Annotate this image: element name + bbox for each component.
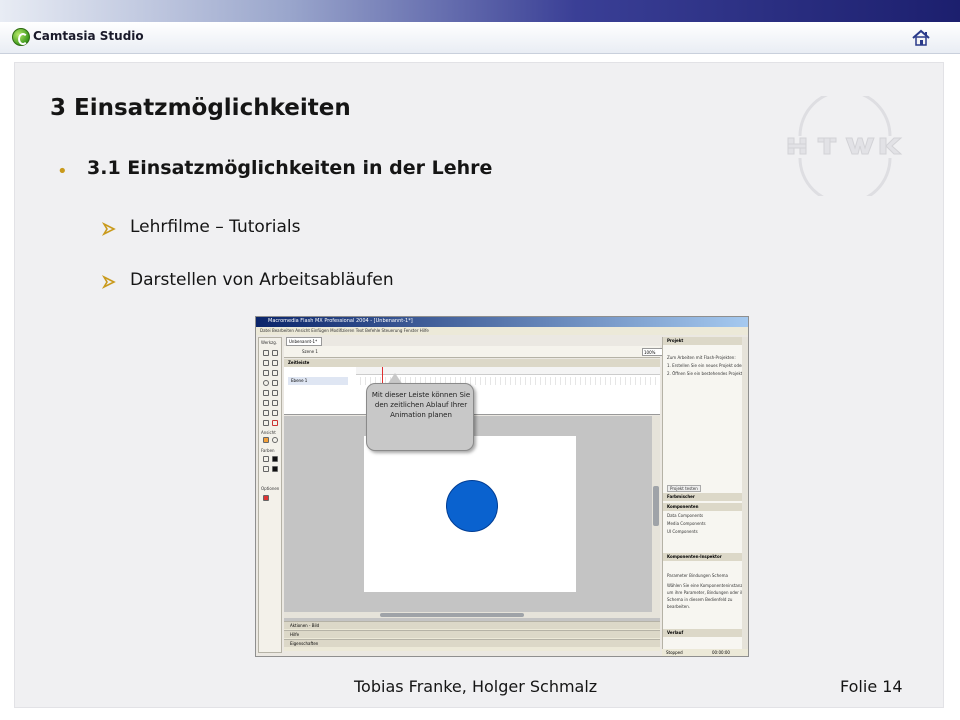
stage-horizontal-scrollbar [284,612,660,618]
inspector-text: Wählen Sie eine Komponenteninstanz [667,583,743,588]
timecode: 00:00:00 [712,650,730,655]
scene-label: Szene 1 [302,349,318,354]
inspector-header: Komponenten-Inspektor [663,553,743,561]
pencil-tool-icon [263,390,269,396]
arrow-tool-icon [263,350,269,356]
stroke-swatch-icon [272,456,278,462]
timeline-header: Zeitleiste [284,359,660,367]
component-item: Media Components [667,521,706,526]
stage-canvas [364,436,576,592]
bottom-panels: Aktionen - Bild Hilfe Eigenschaften [284,621,660,651]
status-bar: Stopped 00:00:00 [662,649,748,656]
status-text: Stopped [666,650,683,655]
actions-panel-row: Aktionen - Bild [284,621,660,629]
top-banner [0,0,960,22]
component-item: UI Components [667,529,698,534]
help-panel-row: Hilfe [284,630,660,638]
component-item: Data Components [667,513,704,518]
subselect-tool-icon [272,350,278,356]
bullet-dot: • [57,161,68,182]
app-toolbar: Camtasia Studio [0,22,960,54]
right-scrollbar [742,337,748,653]
inspector-text: bearbeiten. [667,604,691,609]
right-panels: Projekt Zum Arbeiten mit Flash-Projekten… [662,337,746,653]
inspector-tabs: Parameter Bindungen Schema [667,573,728,578]
project-panel-header: Projekt [663,337,743,345]
home-icon[interactable] [911,28,931,48]
lasso-tool-icon [272,360,278,366]
project-text: Zum Arbeiten mit Flash-Projekten: [667,355,736,360]
layer-row: Ebene 1 [288,377,348,385]
history-header: Verlauf [663,629,743,637]
tools-options-label: Optionen [261,486,280,491]
inspector-text: um ihre Parameter, Bindungen oder ihr [667,590,746,595]
fill-color-icon [263,466,269,472]
color-mixer-header: Farbmischer [663,493,743,501]
flash-tools-panel: Werkzg. Ansicht Farben Optionen [258,337,282,653]
project-text: 2. Öffnen Sie ein bestehendes Projekt [667,371,743,376]
stage-vertical-scrollbar [652,416,660,612]
brush-tool-icon [272,390,278,396]
arrow-bullet-icon [102,222,116,236]
callout-text: Mit dieser Leiste können Sie den zeitlic… [371,391,471,419]
flash-menu-text: Datei Bearbeiten Ansicht Einfügen Modifi… [260,328,429,333]
project-test-button: Projekt testen [667,485,701,492]
rectangle-tool-icon [272,380,278,386]
stroke-color-icon [263,456,269,462]
arrow-bullet-icon [102,275,116,289]
line-tool-icon [263,360,269,366]
flash-menubar: Datei Bearbeiten Ansicht Einfügen Modifi… [256,327,748,335]
eyedropper-tool-icon [263,420,269,426]
inspector-text: Schema in diesem Bedienfeld zu [667,597,733,602]
pen-tool-icon [263,370,269,376]
list-item: Lehrfilme – Tutorials [130,217,301,237]
properties-panel-row: Eigenschaften [284,639,660,647]
footer-slide-number: Folie 14 [840,677,903,696]
list-item: Darstellen von Arbeitsabläufen [130,270,394,290]
snap-option-icon [263,495,269,501]
slide-title: 3 Einsatzmöglichkeiten [50,95,351,121]
document-tab: Unbenannt-1* [286,337,322,346]
fill-swatch-icon [272,466,278,472]
components-header: Komponenten [663,503,743,511]
ink-bottle-tool-icon [263,410,269,416]
hand-tool-icon [263,437,269,443]
app-title: Camtasia Studio [33,29,144,43]
htwk-watermark-logo [787,96,903,196]
callout-bubble: Mit dieser Leiste können Sie den zeitlic… [366,383,474,451]
fill-transform-tool-icon [272,400,278,406]
eraser-tool-icon [272,420,278,426]
embedded-flash-screenshot: Macromedia Flash MX Professional 2004 - … [255,316,749,657]
blue-circle-shape [446,480,498,532]
edit-bar: Szene 1 100% [284,346,672,358]
paint-bucket-tool-icon [272,410,278,416]
text-tool-icon [272,370,278,376]
transform-tool-icon [263,400,269,406]
project-text: 1. Erstellen Sie ein neues Projekt oder [667,363,744,368]
tools-colors-label: Farben [261,448,275,453]
oval-tool-icon [263,380,269,386]
tools-label: Werkzg. [261,340,278,345]
camtasia-logo-icon [12,28,30,46]
zoom-tool-icon [272,437,278,443]
footer-authors: Tobias Franke, Holger Schmalz [354,677,598,696]
flash-titlebar: Macromedia Flash MX Professional 2004 - … [256,317,748,327]
flash-window-title: Macromedia Flash MX Professional 2004 - … [268,318,413,324]
tools-view-label: Ansicht [261,430,276,435]
section-heading: 3.1 Einsatzmöglichkeiten in der Lehre [87,157,493,179]
